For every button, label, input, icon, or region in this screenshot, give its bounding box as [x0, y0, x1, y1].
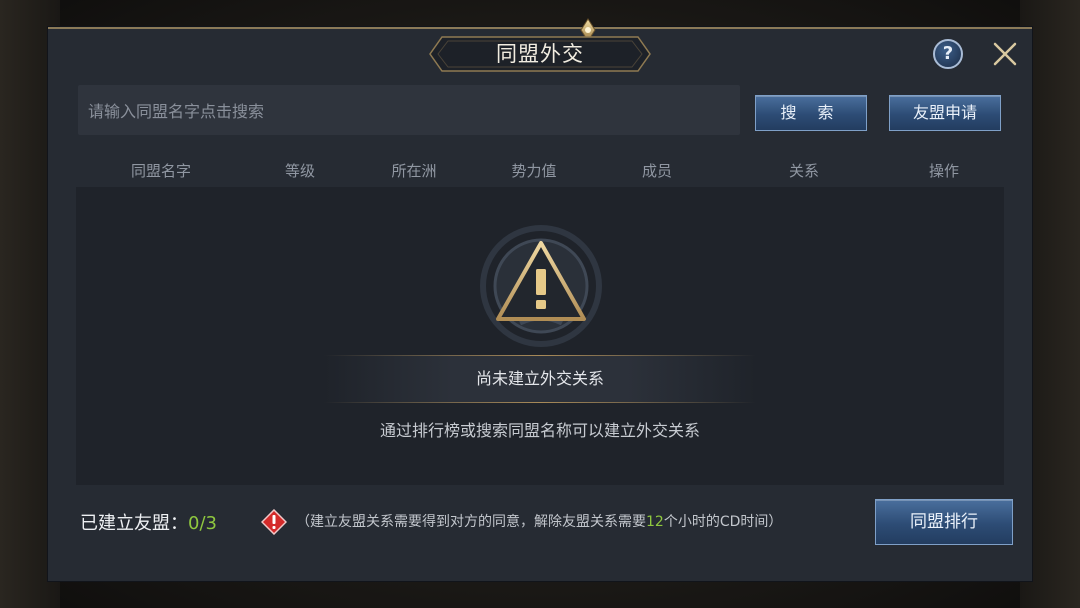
established-count: 0/3 — [188, 513, 217, 534]
diplomacy-dialog: 同盟外交 ? 搜 索 友盟申请 同盟名字 等级 所在洲 势力值 成员 关系 操作 — [48, 18, 1032, 581]
empty-state-hint: 通过排行榜或搜索同盟名称可以建立外交关系 — [379, 421, 700, 440]
search-input[interactable] — [86, 85, 730, 137]
column-header-power: 势力值 — [511, 162, 557, 180]
column-header-continent: 所在洲 — [391, 162, 437, 180]
warning-diamond-icon — [261, 509, 287, 535]
page-title: 同盟外交 — [496, 42, 584, 66]
warning-triangle-icon — [480, 225, 602, 347]
established-alliances: 已建立友盟：0/3 — [80, 509, 217, 535]
column-header-relation: 关系 — [788, 162, 820, 180]
title-plate: 同盟外交 — [428, 35, 652, 73]
notice-text-after: 个小时的CD时间） — [663, 514, 783, 530]
ally-request-button[interactable]: 友盟申请 — [889, 95, 1001, 131]
notice-text-before: （建立友盟关系需要得到对方的同意，解除友盟关系需要 — [296, 514, 646, 530]
empty-state-title: 尚未建立外交关系 — [475, 369, 604, 388]
empty-state-band: 尚未建立外交关系 — [324, 355, 756, 403]
alliance-ranking-button[interactable]: 同盟排行 — [875, 499, 1013, 545]
alliance-table: 尚未建立外交关系 通过排行榜或搜索同盟名称可以建立外交关系 — [76, 187, 1004, 485]
column-header-members: 成员 — [641, 162, 673, 180]
search-button[interactable]: 搜 索 — [755, 95, 867, 131]
column-header-action: 操作 — [928, 162, 960, 180]
alliance-notice: （建立友盟关系需要得到对方的同意，解除友盟关系需要12个小时的CD时间） — [296, 511, 782, 531]
column-header-name: 同盟名字 — [130, 162, 192, 180]
notice-hours: 12 — [646, 514, 664, 530]
established-label: 已建立友盟： — [80, 513, 188, 534]
search-box — [78, 85, 740, 137]
close-icon[interactable] — [990, 39, 1020, 69]
column-header-level: 等级 — [284, 162, 316, 180]
help-icon[interactable]: ? — [933, 39, 963, 69]
